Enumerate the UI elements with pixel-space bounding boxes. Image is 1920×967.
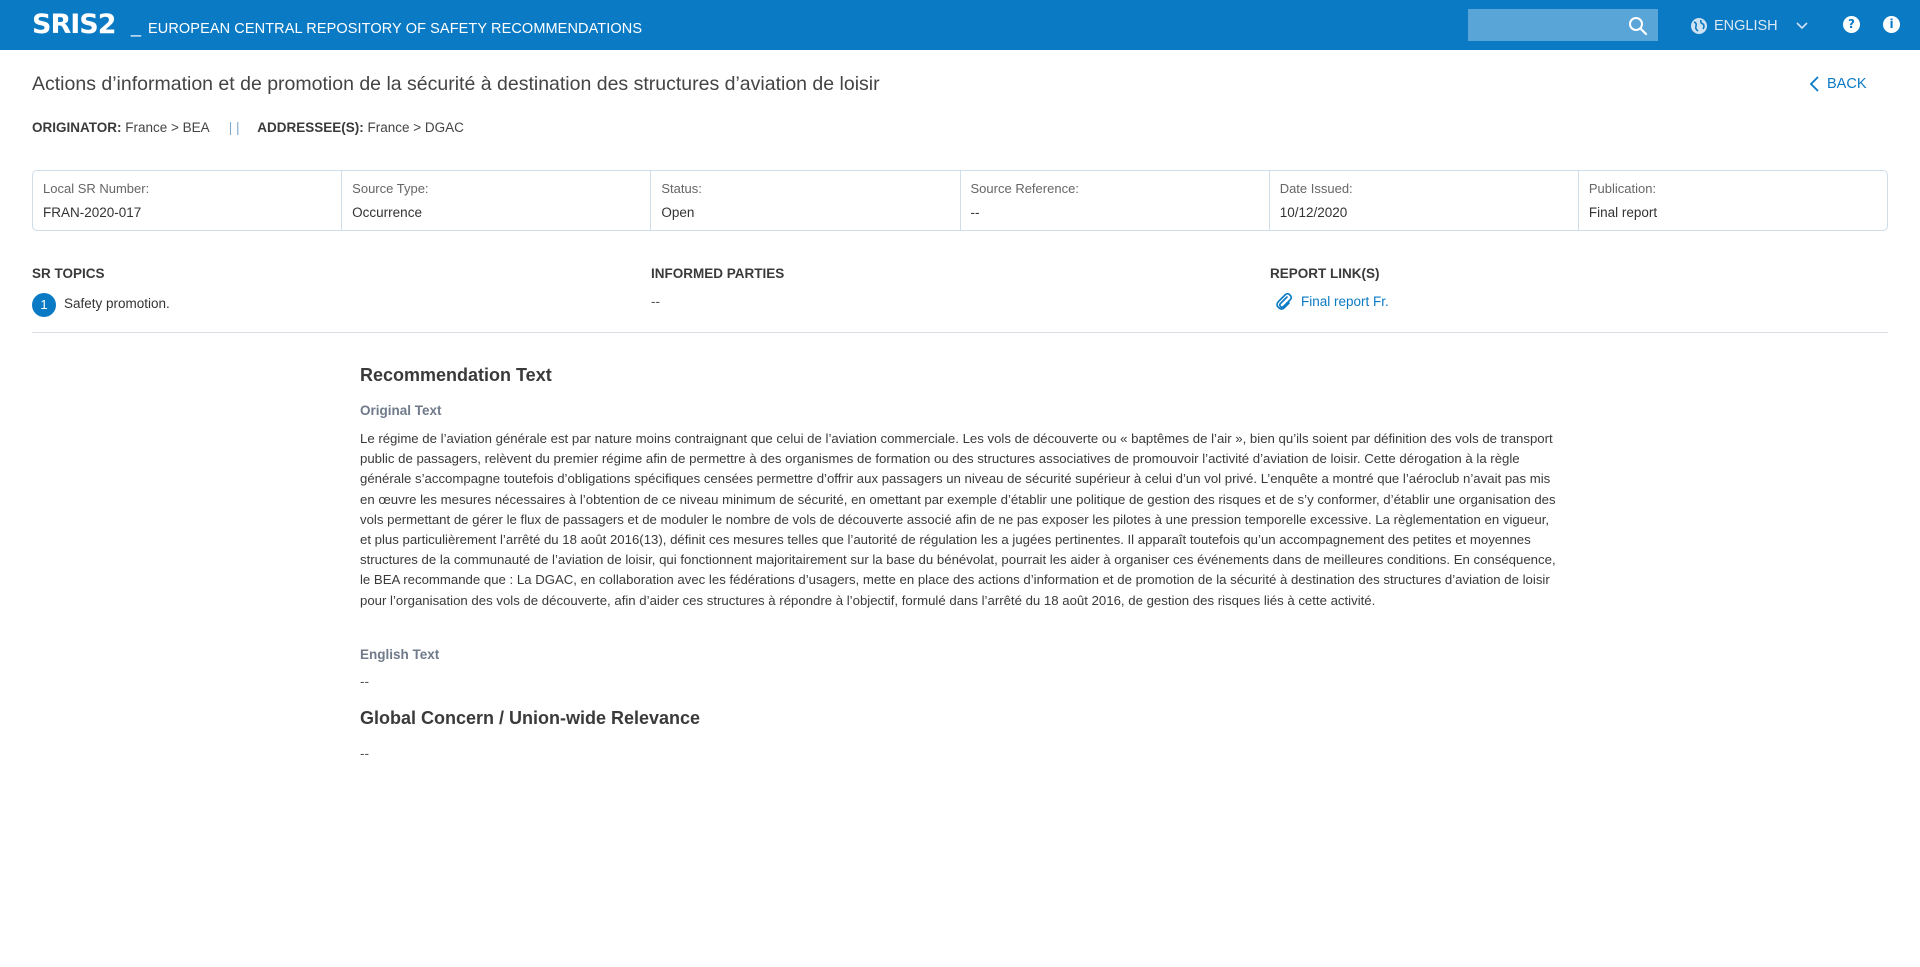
logo-separator: _ (131, 17, 142, 37)
info-cell-source-reference: Source Reference: -- (961, 171, 1270, 230)
info-label: Publication: (1588, 181, 1657, 196)
addressee-value: France > DGAC (367, 120, 464, 135)
paperclip-icon (1276, 292, 1293, 310)
info-value: Occurrence (352, 205, 422, 220)
top-bar: SRIS2 _ EUROPEAN CENTRAL REPOSITORY OF S… (0, 0, 1920, 50)
report-links-heading: REPORT LINK(S) (1270, 266, 1380, 281)
page-title: Actions d’information et de promotion de… (32, 73, 880, 95)
info-cell-local-sr-number: Local SR Number: FRAN-2020-017 (33, 171, 343, 230)
language-selector[interactable]: ENGLISH (1714, 18, 1778, 34)
back-label: BACK (1827, 76, 1867, 92)
info-label: Status: (661, 181, 702, 196)
info-value: -- (970, 205, 980, 220)
final-report-link[interactable]: Final report Fr. (1301, 294, 1389, 309)
info-cell-date-issued: Date Issued: 10/12/2020 (1270, 171, 1579, 230)
english-text-value: -- (360, 674, 369, 689)
addressee-label: ADDRESSEE(S): (257, 120, 364, 135)
info-value: FRAN-2020-017 (43, 205, 142, 220)
back-button[interactable]: BACK (1809, 74, 1867, 94)
info-icon[interactable]: i (1883, 16, 1900, 33)
original-text-body: Le régime de l’aviation générale est par… (360, 431, 1556, 608)
chevron-down-icon[interactable] (1795, 19, 1809, 33)
search-icon[interactable] (1628, 16, 1648, 36)
originator-label: ORIGINATOR: (32, 120, 122, 135)
recommendation-text-heading: Recommendation Text (360, 365, 552, 385)
separator: | | (228, 120, 240, 135)
sr-info-panel: Local SR Number: FRAN-2020-017 Source Ty… (32, 170, 1888, 231)
original-text-label: Original Text (360, 403, 442, 418)
app-title: EUROPEAN CENTRAL REPOSITORY OF SAFETY RE… (148, 21, 643, 37)
info-value: Final report (1588, 205, 1658, 220)
info-label: Source Type: (352, 181, 429, 196)
info-label: Date Issued: (1279, 181, 1353, 196)
topic-text: Safety promotion. (64, 296, 170, 311)
globe-icon (1691, 18, 1707, 34)
informed-parties-value: -- (651, 294, 660, 309)
originator-line: ORIGINATOR: France > BEA | | ADDRESSEE(S… (32, 120, 464, 135)
informed-parties-heading: INFORMED PARTIES (651, 266, 785, 281)
global-concern-value: -- (360, 746, 369, 761)
english-text-label: English Text (360, 647, 440, 662)
originator-value: France > BEA (125, 120, 209, 135)
section-divider (32, 332, 1888, 333)
info-label: Source Reference: (970, 181, 1079, 196)
sr-topics-heading: SR TOPICS (32, 266, 105, 281)
sris2-logo[interactable]: SRIS2 (32, 9, 117, 40)
info-label: Local SR Number: (43, 181, 150, 196)
info-value: 10/12/2020 (1279, 205, 1348, 220)
help-icon[interactable]: ? (1843, 16, 1860, 33)
global-concern-heading: Global Concern / Union-wide Relevance (360, 708, 701, 728)
topic-number-badge: 1 (32, 293, 56, 317)
info-cell-publication: Publication: Final report (1579, 171, 1887, 230)
info-value: Open (661, 205, 695, 220)
chevron-left-icon (1809, 76, 1819, 92)
info-cell-source-type: Source Type: Occurrence (342, 171, 652, 230)
info-cell-status: Status: Open (651, 171, 961, 230)
